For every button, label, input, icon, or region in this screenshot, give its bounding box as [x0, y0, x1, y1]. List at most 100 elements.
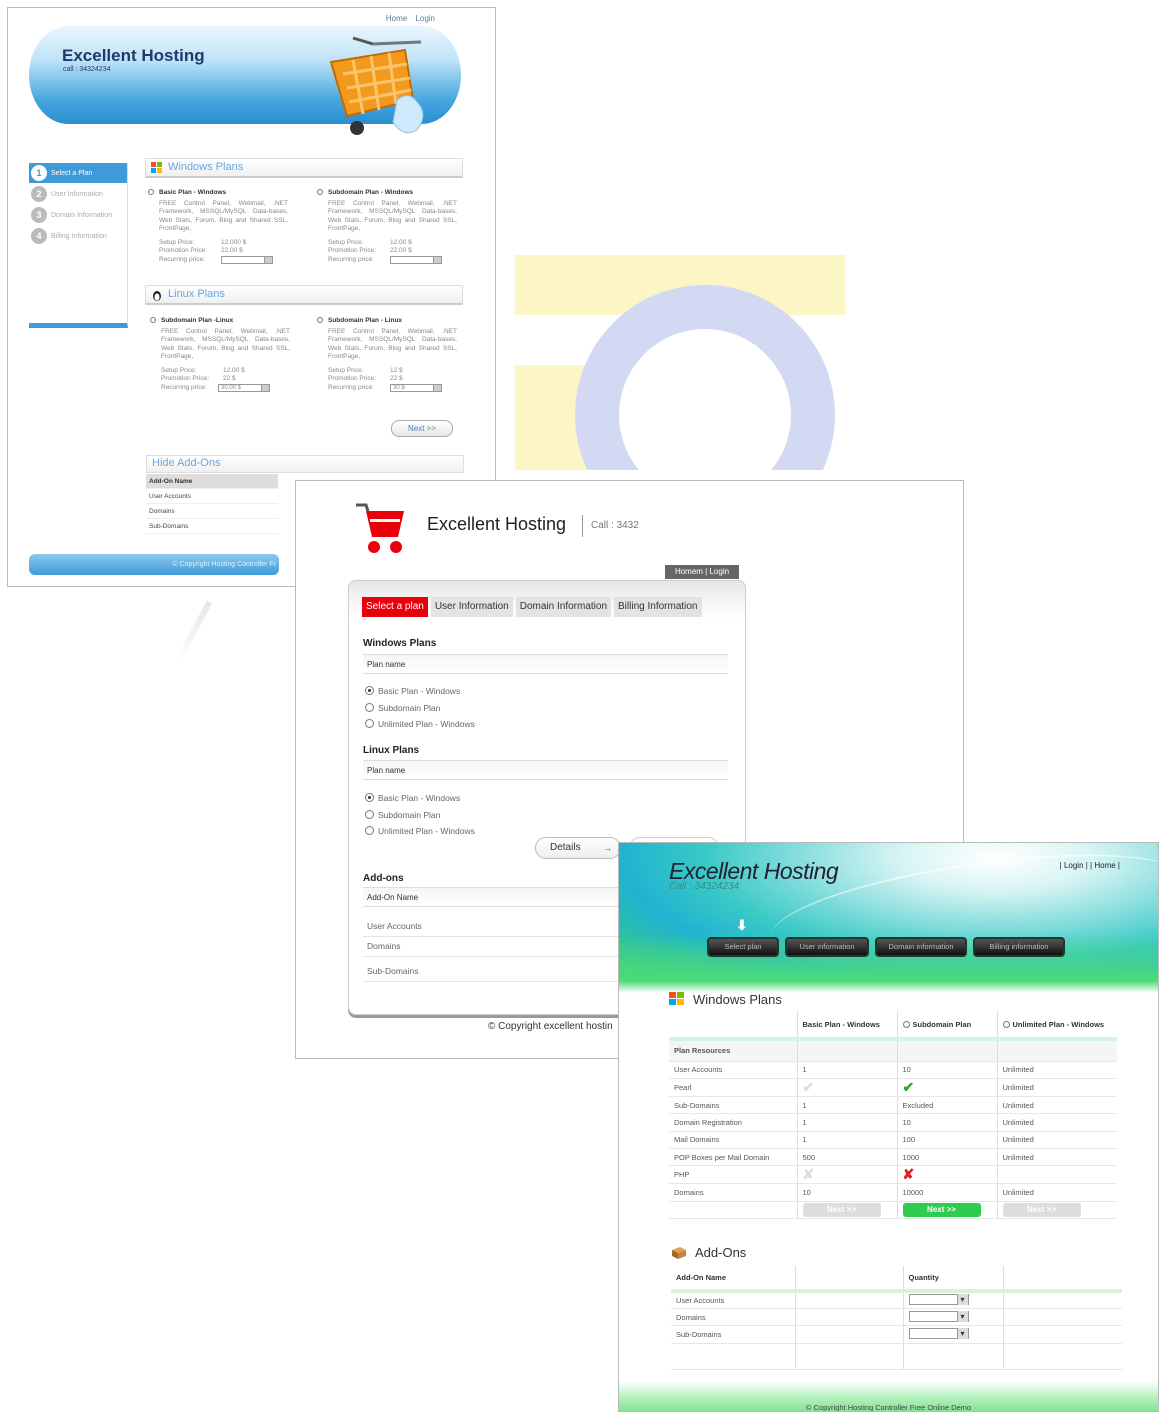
step-user-information[interactable]: 2 User Information — [29, 184, 127, 204]
column-unlimited-plan[interactable]: Unlimited Plan - Windows — [996, 1011, 1117, 1041]
promo-price: 22 $ — [223, 375, 236, 382]
setup-price: 12 $ — [390, 366, 403, 374]
column-label: Subdomain Plan — [912, 1019, 972, 1029]
step-user-information[interactable]: User information — [785, 937, 869, 957]
login-home-links[interactable]: | Login | | Home | — [1060, 861, 1120, 870]
row-label: Domains — [669, 1183, 797, 1202]
addon-label: User Accounts — [671, 1291, 795, 1309]
plan-radio[interactable] — [902, 1020, 910, 1028]
checkmark-icon: ✔ — [802, 1078, 815, 1095]
screenshot-green-theme: Excellent Hosting Call : 34324234 | Logi… — [618, 842, 1159, 1412]
recurring-price-select[interactable] — [390, 255, 442, 264]
home-login-links[interactable]: Homem | Login — [665, 565, 739, 579]
setup-price: 12.000 $ — [221, 238, 247, 246]
section-title: Linux Plans — [168, 288, 225, 300]
plan-name: Basic Plan - Windows — [159, 189, 227, 196]
table-row: Next >> Next >> Next >> — [669, 1201, 1117, 1220]
phone-number: Call : 3432 — [591, 520, 639, 531]
windows-plans-header: Windows Plans — [145, 158, 463, 178]
section-title: Windows Plans — [168, 161, 244, 173]
tab-select-plan[interactable]: Select a plan — [362, 597, 428, 617]
step-label: User Information — [51, 190, 103, 198]
cell: 500 — [796, 1148, 897, 1167]
recurring-price-select[interactable]: 30 $ — [390, 383, 442, 392]
step-label: Select a Plan — [51, 169, 93, 177]
promo-price: 22 $ — [390, 375, 403, 382]
linux-plans-heading: Linux Plans — [363, 745, 420, 756]
quantity-select[interactable] — [908, 1327, 969, 1339]
step-domain-information[interactable]: 3 Domain Information — [29, 205, 127, 225]
step-select-plan[interactable]: 1 Select a Plan — [29, 163, 127, 183]
radio-checked[interactable] — [365, 686, 374, 695]
section-title: Windows Plans — [693, 992, 782, 1007]
setup-price: 12.00 $ — [223, 366, 245, 374]
cell: Unlimited — [996, 1078, 1117, 1097]
row-label: Sub-Domains — [669, 1096, 797, 1115]
radio-unchecked[interactable] — [365, 703, 374, 712]
plan-card: Subdomain Plan -Linux FREE Control Panel… — [150, 317, 290, 392]
quantity-header: Quantity — [902, 1266, 1003, 1293]
checkmark-icon: ✔ — [902, 1078, 915, 1095]
plan-option[interactable]: Basic Plan - Windows — [365, 793, 460, 803]
promo-label: Promotion Price: — [328, 247, 377, 254]
plan-option[interactable]: Subdomain Plan — [365, 810, 440, 820]
radio-unchecked[interactable] — [365, 810, 374, 819]
plan-comparison-table: Basic Plan - Windows Subdomain Plan Unli… — [669, 1011, 1117, 1220]
plan-option[interactable]: Unlimited Plan - Windows — [365, 719, 475, 729]
cell: 10 — [796, 1183, 897, 1202]
step-domain-information[interactable]: Domain information — [875, 937, 967, 957]
tab-domain-information[interactable]: Domain Information — [515, 597, 612, 617]
setup-label: Setup Price: — [159, 238, 195, 246]
radio-checked[interactable] — [365, 793, 374, 802]
radio-unchecked[interactable] — [365, 719, 374, 728]
next-button-unlimited[interactable]: Next >> — [1002, 1203, 1081, 1218]
plan-radio[interactable] — [150, 317, 156, 324]
top-links: Home Login — [380, 14, 435, 23]
plan-radio[interactable] — [148, 189, 154, 196]
phone-number: Call : 34324234 — [669, 881, 740, 892]
next-button-subdomain[interactable]: Next >> — [902, 1203, 981, 1218]
next-button-basic[interactable]: Next >> — [802, 1203, 881, 1218]
column-subdomain-plan[interactable]: Subdomain Plan — [896, 1011, 997, 1041]
details-button[interactable]: Details → — [535, 837, 621, 859]
column-basic-plan: Basic Plan - Windows — [796, 1011, 897, 1041]
step-billing-information[interactable]: 4 Billing Information — [29, 226, 127, 246]
step-number: 1 — [31, 165, 47, 181]
table-row: Pearl ✔ ✔ Unlimited — [669, 1078, 1117, 1097]
step-billing-information[interactable]: Billing information — [973, 937, 1065, 957]
table-row: Sub-Domains 1 Excluded Unlimited — [669, 1096, 1117, 1115]
step-tabs: Select a plan User Information Domain In… — [362, 597, 702, 617]
radio-unchecked[interactable] — [365, 826, 374, 835]
windows-plans-heading: Windows Plans — [669, 992, 782, 1007]
step-select-plan[interactable]: Select plan — [707, 937, 779, 957]
quantity-select[interactable] — [908, 1293, 969, 1305]
plan-radio[interactable] — [1002, 1020, 1010, 1028]
plan-option[interactable]: Subdomain Plan — [365, 703, 440, 713]
copyright: © Copyright excellent hostin — [488, 1021, 613, 1032]
recurring-price-select[interactable]: 30.00 $ — [218, 383, 270, 392]
next-button[interactable]: Next >> — [391, 420, 453, 437]
table-row: Domains — [671, 1308, 1122, 1327]
recurring-price-select[interactable] — [221, 255, 273, 264]
plan-radio[interactable] — [317, 317, 323, 324]
option-label: Basic Plan - Windows — [378, 793, 461, 803]
plan-option[interactable]: Basic Plan - Windows — [365, 686, 460, 696]
recurring-label: Recurring price: — [328, 383, 374, 391]
addons-heading: Add-ons — [363, 873, 404, 884]
option-label: Unlimited Plan - Windows — [378, 826, 475, 836]
tab-billing-information[interactable]: Billing Information — [614, 597, 702, 617]
home-link[interactable]: Home — [386, 14, 407, 23]
row-label: Domain Registration — [669, 1113, 797, 1132]
quantity-select[interactable] — [908, 1310, 969, 1322]
cell: 1 — [796, 1061, 897, 1079]
cell: 10 — [896, 1061, 997, 1079]
hide-addons-toggle[interactable]: Hide Add-Ons — [146, 455, 464, 473]
plan-radio[interactable] — [317, 189, 323, 196]
addon-row: Domains — [146, 504, 278, 519]
tab-user-information[interactable]: User Information — [430, 597, 513, 617]
setup-label: Setup Price: — [328, 366, 364, 374]
login-link[interactable]: Login — [415, 14, 435, 23]
plan-name-header: Plan name — [363, 760, 728, 780]
plan-option[interactable]: Unlimited Plan - Windows — [365, 826, 475, 836]
option-label: Subdomain Plan — [378, 703, 441, 713]
